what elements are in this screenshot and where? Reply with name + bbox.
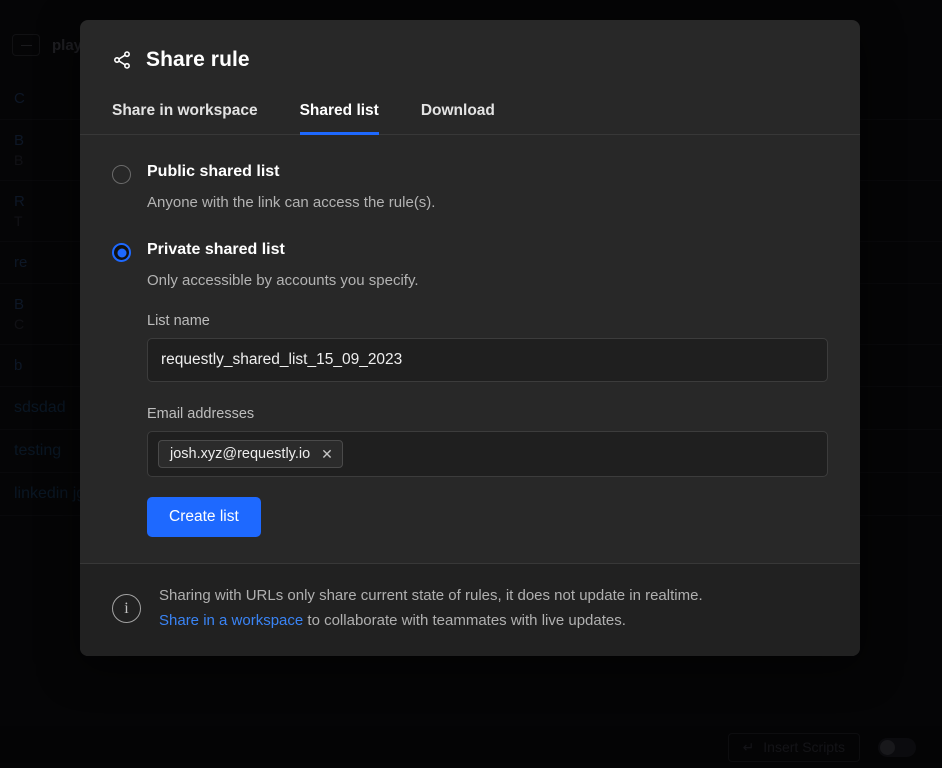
email-addresses-input[interactable]: josh.xyz@requestly.io ✕ (147, 431, 828, 477)
option-private-text: Private shared list Only accessible by a… (147, 241, 828, 537)
radio-private-shared-list[interactable] (112, 243, 131, 262)
modal-title-row: Share rule (112, 48, 828, 72)
tab-download[interactable]: Download (421, 102, 495, 135)
create-list-button[interactable]: Create list (147, 497, 261, 537)
email-tag-value: josh.xyz@requestly.io (170, 446, 310, 462)
info-circle-icon: i (112, 594, 141, 623)
modal-header: Share rule (80, 20, 860, 72)
option-private-description: Only accessible by accounts you specify. (147, 272, 828, 289)
email-addresses-label: Email addresses (147, 406, 828, 422)
option-public-description: Anyone with the link can access the rule… (147, 194, 828, 211)
option-private-label: Private shared list (147, 241, 828, 259)
page-title: Share rule (146, 48, 250, 72)
option-private-shared-list[interactable]: Private shared list Only accessible by a… (112, 241, 828, 537)
footer-note: Sharing with URLs only share current sta… (159, 584, 703, 634)
tab-shared-list[interactable]: Shared list (300, 102, 379, 135)
modal-tabs: Share in workspace Shared list Download (80, 102, 860, 135)
modal-body: Public shared list Anyone with the link … (80, 135, 860, 563)
list-name-input[interactable] (147, 338, 828, 382)
option-public-shared-list[interactable]: Public shared list Anyone with the link … (112, 163, 828, 211)
close-icon[interactable]: ✕ (321, 447, 333, 461)
email-tag: josh.xyz@requestly.io ✕ (158, 440, 343, 468)
modal-footer: i Sharing with URLs only share current s… (80, 563, 860, 656)
option-public-text: Public shared list Anyone with the link … (147, 163, 828, 211)
share-network-icon (112, 50, 132, 70)
share-in-workspace-link[interactable]: Share in a workspace (159, 612, 303, 629)
footer-note-line1: Sharing with URLs only share current sta… (159, 587, 703, 604)
list-name-label: List name (147, 313, 828, 329)
option-public-label: Public shared list (147, 163, 828, 181)
radio-public-shared-list[interactable] (112, 165, 131, 184)
tab-share-in-workspace[interactable]: Share in workspace (112, 102, 258, 135)
footer-note-line2: to collaborate with teammates with live … (303, 612, 626, 629)
share-rule-modal: ✕ Share rule Share in workspace Shared l… (80, 20, 860, 656)
